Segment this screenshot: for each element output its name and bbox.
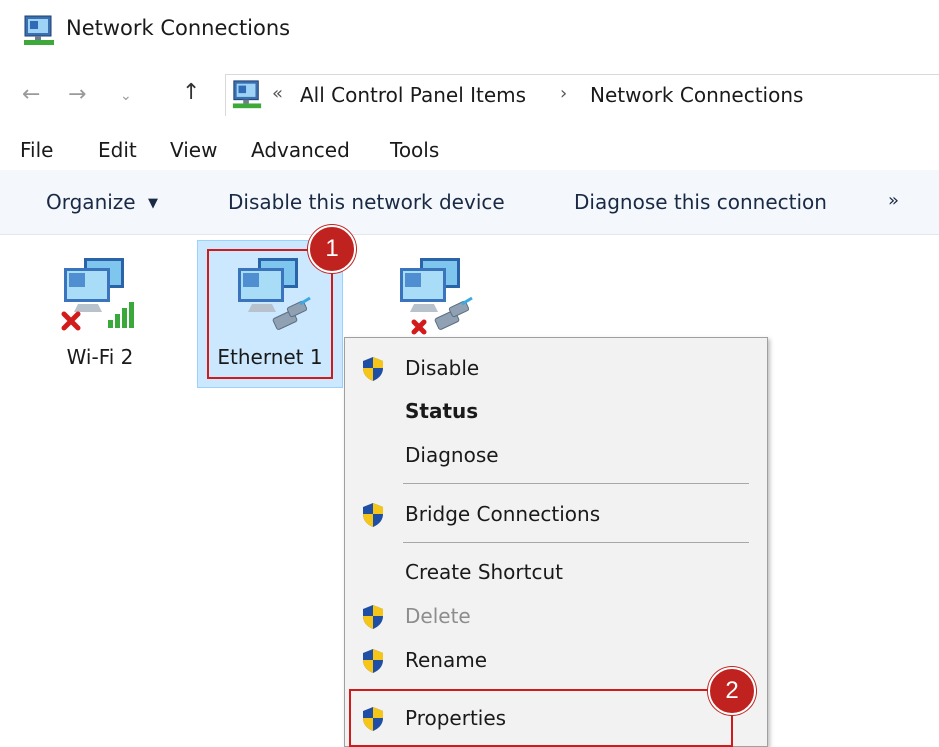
connection-label: Wi-Fi 2 <box>66 345 134 369</box>
organize-button[interactable]: Organize ▼ <box>46 190 158 214</box>
uac-shield-icon <box>363 503 383 527</box>
menu-separator <box>403 542 749 543</box>
title-bar: Network Connections <box>0 0 939 62</box>
menu-item-diagnose[interactable]: Diagnose <box>345 435 767 475</box>
menu-bar: File Edit View Advanced Tools <box>0 133 939 169</box>
organize-label: Organize <box>46 190 136 214</box>
menu-item-create-shortcut[interactable]: Create Shortcut <box>345 552 767 592</box>
menu-item-disable[interactable]: Disable <box>345 348 767 388</box>
menu-separator <box>403 483 749 484</box>
menu-advanced[interactable]: Advanced <box>251 138 350 162</box>
uac-shield-icon <box>363 357 383 381</box>
menu-item-label: Properties <box>405 706 507 730</box>
menu-item-label: Create Shortcut <box>405 560 563 584</box>
connection-label: Ethernet 1 <box>217 345 323 369</box>
breadcrumb-separator[interactable]: › <box>560 83 567 104</box>
menu-tools[interactable]: Tools <box>390 138 439 162</box>
menu-item-properties[interactable]: Properties <box>345 698 767 738</box>
menu-item-label: Status <box>405 399 479 423</box>
ethernet-adapter-icon <box>400 258 473 335</box>
connection-wifi-2[interactable]: Wi-Fi 2 <box>30 240 170 380</box>
context-menu: Disable Status Diagnose Bridge Connectio… <box>344 337 768 747</box>
uac-shield-icon <box>363 649 383 673</box>
wifi-adapter-icon <box>61 258 134 331</box>
menu-item-rename[interactable]: Rename <box>345 640 767 680</box>
chevron-down-icon[interactable]: ⌄ <box>120 88 132 104</box>
menu-item-status[interactable]: Status <box>345 391 767 431</box>
menu-item-delete[interactable]: Delete <box>345 596 767 636</box>
breadcrumb-overflow[interactable]: « <box>272 83 283 104</box>
ethernet-adapter-icon <box>238 258 311 330</box>
menu-edit[interactable]: Edit <box>98 138 137 162</box>
uac-shield-icon <box>363 707 383 731</box>
command-bar: Organize ▼ Disable this network device D… <box>0 170 939 235</box>
step-2-badge: 2 <box>708 667 756 715</box>
breadcrumb-network-connections[interactable]: Network Connections <box>590 83 803 107</box>
menu-view[interactable]: View <box>170 138 217 162</box>
disable-device-button[interactable]: Disable this network device <box>228 190 505 214</box>
more-commands-button[interactable]: » <box>888 190 899 211</box>
menu-file[interactable]: File <box>20 138 53 162</box>
forward-arrow-icon[interactable]: → <box>68 82 86 107</box>
menu-item-label: Diagnose <box>405 443 499 467</box>
menu-item-bridge-connections[interactable]: Bridge Connections <box>345 494 767 534</box>
step-1-badge: 1 <box>308 225 356 273</box>
menu-item-label: Delete <box>405 604 471 628</box>
uac-shield-icon <box>363 605 383 629</box>
diagnose-connection-button[interactable]: Diagnose this connection <box>574 190 827 214</box>
caret-down-icon: ▼ <box>147 196 158 211</box>
network-connections-icon <box>232 80 262 109</box>
up-arrow-icon[interactable]: ↑ <box>182 80 200 105</box>
menu-item-label: Bridge Connections <box>405 502 601 526</box>
back-arrow-icon[interactable]: ← <box>22 82 40 107</box>
breadcrumb-all-control-panel-items[interactable]: All Control Panel Items <box>300 83 526 107</box>
menu-item-label: Rename <box>405 648 488 672</box>
window-title: Network Connections <box>66 16 291 40</box>
menu-item-label: Disable <box>405 356 480 380</box>
network-connections-icon <box>24 15 54 45</box>
address-bar[interactable]: « All Control Panel Items › Network Conn… <box>225 74 939 116</box>
